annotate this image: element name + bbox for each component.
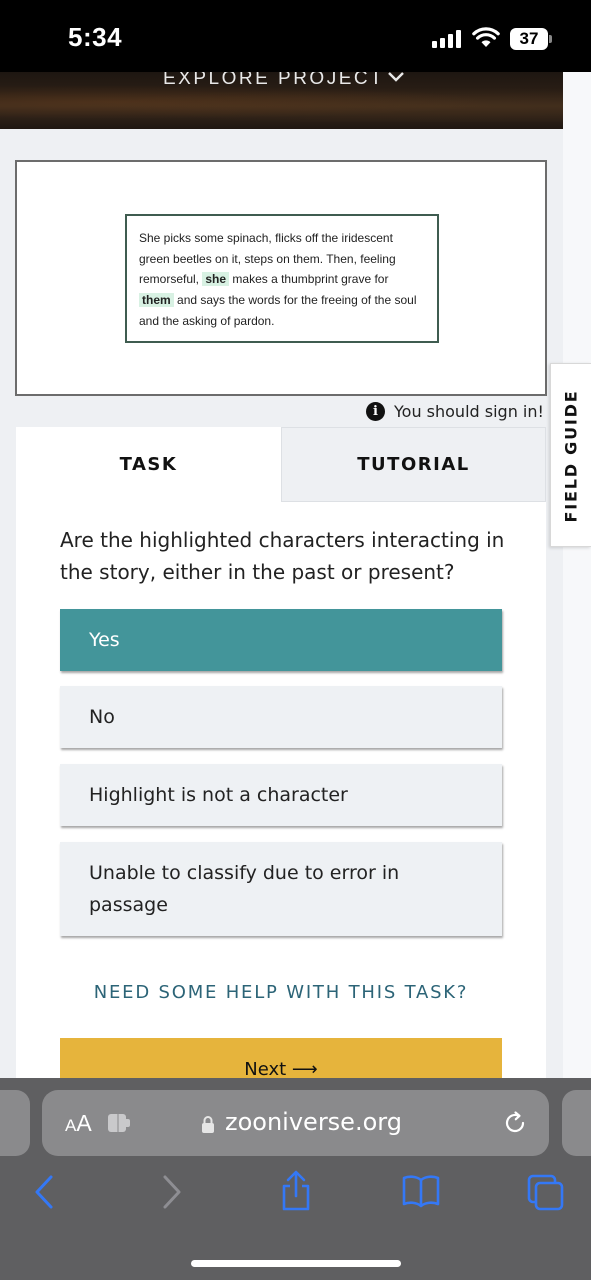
- help-link[interactable]: NEED SOME HELP WITH THIS TASK?: [16, 982, 546, 1003]
- field-guide-button[interactable]: FIELD GUIDE: [550, 363, 591, 547]
- task-tabs: TASK TUTORIAL: [16, 427, 546, 502]
- passage-box: She picks some spinach, flicks off the i…: [125, 214, 439, 343]
- highlight-character-1: she: [202, 272, 230, 287]
- reload-icon[interactable]: [502, 1110, 528, 1136]
- cellular-signal-icon: [432, 30, 464, 48]
- status-bar: 5:34 37: [0, 0, 591, 72]
- aa-small: A: [65, 1116, 77, 1135]
- extension-icon[interactable]: [108, 1114, 130, 1132]
- signin-notice-text: You should sign in!: [394, 401, 544, 421]
- url-text: zooniverse.org: [225, 1108, 402, 1136]
- passage-part-2: makes a thumbprint grave for: [232, 272, 389, 287]
- answer-unable-to-classify[interactable]: Unable to classify due to error in passa…: [60, 842, 502, 936]
- answer-label: No: [89, 706, 115, 728]
- wifi-icon: [472, 27, 500, 47]
- task-question: Are the highlighted characters interacti…: [60, 528, 505, 584]
- home-indicator[interactable]: [191, 1260, 401, 1267]
- bookmarks-icon[interactable]: [402, 1174, 440, 1208]
- status-time: 5:34: [68, 22, 123, 52]
- browser-toolbar: AA zooniverse.org: [0, 1078, 591, 1280]
- tab-tutorial[interactable]: TUTORIAL: [281, 427, 546, 502]
- forward-arrow-icon[interactable]: [160, 1174, 184, 1210]
- highlight-character-2: them: [139, 293, 174, 308]
- address-bar[interactable]: AA zooniverse.org: [42, 1090, 549, 1156]
- next-tab-preview[interactable]: [562, 1090, 591, 1156]
- field-guide-label: FIELD GUIDE: [561, 389, 581, 523]
- passage-part-3: and says the words for the freeing of th…: [139, 293, 417, 328]
- share-icon[interactable]: [280, 1170, 312, 1212]
- answer-not-a-character[interactable]: Highlight is not a character: [60, 764, 502, 826]
- subject-viewer: She picks some spinach, flicks off the i…: [15, 160, 547, 396]
- tabs-icon[interactable]: [527, 1174, 565, 1212]
- browser-nav-row: [0, 1170, 591, 1218]
- info-icon: i: [366, 401, 385, 421]
- task-panel: Are the highlighted characters interacti…: [16, 502, 546, 1098]
- battery-tip: [549, 35, 552, 43]
- page-right-margin: [563, 72, 591, 1080]
- project-header: EXPLORE PROJECT: [0, 72, 563, 129]
- passage-text: She picks some spinach, flicks off the i…: [139, 228, 425, 332]
- answer-label: Yes: [89, 629, 120, 651]
- answer-label: Highlight is not a character: [89, 784, 348, 806]
- chevron-down-icon[interactable]: [387, 72, 405, 86]
- tab-task[interactable]: TASK: [16, 427, 281, 502]
- aa-big: A: [76, 1110, 92, 1136]
- lock-icon: [202, 1116, 214, 1133]
- answer-no[interactable]: No: [60, 686, 502, 748]
- answer-label: Unable to classify due to error in passa…: [89, 862, 400, 916]
- answer-yes[interactable]: Yes: [60, 609, 502, 671]
- back-arrow-icon[interactable]: [32, 1174, 56, 1210]
- explore-project-label: EXPLORE PROJECT: [163, 72, 385, 88]
- signin-notice[interactable]: i You should sign in!: [366, 400, 544, 422]
- previous-tab-preview[interactable]: [0, 1090, 30, 1156]
- explore-project-menu[interactable]: EXPLORE PROJECT: [163, 72, 384, 88]
- battery-indicator: 37: [510, 28, 548, 50]
- reader-settings-button[interactable]: AA: [65, 1110, 92, 1137]
